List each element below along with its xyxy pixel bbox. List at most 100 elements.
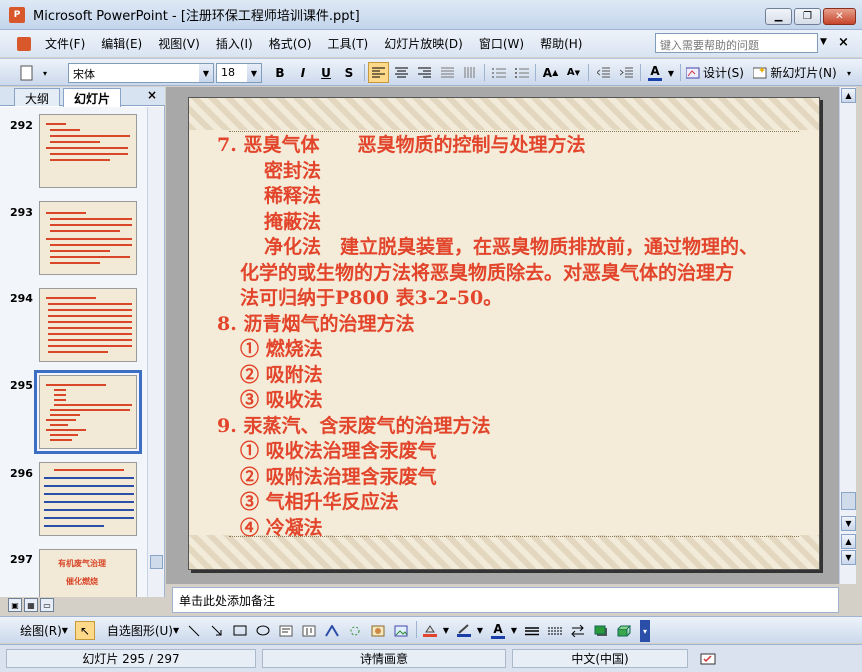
toolbar-separator	[535, 64, 536, 81]
slide-scrollbar-thumb[interactable]	[841, 492, 856, 510]
spelling-check-icon[interactable]	[694, 649, 722, 668]
font-color-button[interactable]: A	[645, 62, 665, 83]
font-size-dropdown-icon[interactable]: ▼	[247, 64, 261, 82]
decrease-indent-button[interactable]	[593, 62, 614, 83]
grow-font-button[interactable]: A ▲	[540, 62, 561, 83]
textbox-tool-icon[interactable]	[276, 621, 296, 640]
dash-style-icon[interactable]	[545, 621, 565, 640]
slide-thumbnail-294[interactable]	[39, 288, 137, 362]
fill-color-button[interactable]	[420, 621, 440, 640]
underline-button[interactable]: U	[316, 62, 336, 83]
drawbar-overflow-icon[interactable]: ▾	[640, 620, 650, 642]
draw-menu-button[interactable]: 绘图(R) ▼	[16, 621, 72, 640]
scroll-up-icon[interactable]: ▲	[841, 88, 856, 103]
fill-color-dropdown-icon[interactable]: ▼	[441, 621, 451, 640]
new-document-icon[interactable]	[16, 63, 38, 83]
vertical-textbox-icon[interactable]	[299, 621, 319, 640]
align-left-icon	[372, 67, 385, 78]
menu-tools[interactable]: 工具(T)	[320, 35, 377, 52]
powerpoint-app-icon[interactable]: P	[9, 6, 25, 23]
close-button[interactable]: ✕	[823, 8, 856, 25]
thumbnail-scrollbar-thumb[interactable]	[150, 555, 163, 569]
distributed-button[interactable]	[460, 62, 481, 83]
panel-close-button[interactable]: ×	[147, 88, 157, 102]
slide-scrollbar[interactable]: ▲ ▼ ▲ ▼	[839, 87, 856, 584]
menu-edit[interactable]: 编辑(E)	[93, 35, 150, 52]
notes-pane[interactable]: 单击此处添加备注	[172, 587, 839, 613]
minimize-button[interactable]: ▁	[765, 8, 792, 25]
align-right-button[interactable]	[414, 62, 435, 83]
next-slide-icon[interactable]: ▼	[841, 550, 856, 565]
draw-font-color-dropdown-icon[interactable]: ▼	[509, 621, 519, 640]
arrow-style-icon[interactable]	[568, 621, 588, 640]
notes-placeholder: 单击此处添加备注	[179, 594, 276, 608]
font-size-select[interactable]: 18 ▼	[216, 63, 262, 83]
draw-font-color-button[interactable]: A	[488, 621, 508, 640]
select-objects-icon[interactable]: ↖	[75, 621, 95, 640]
shadow-style-icon[interactable]	[591, 621, 611, 640]
window-title: Microsoft PowerPoint - [注册环保工程师培训课件.ppt]	[33, 9, 360, 24]
new-slide-button[interactable]: 新幻灯片(N)	[750, 62, 840, 83]
normal-view-icon[interactable]: ▣	[8, 598, 22, 612]
align-left-button[interactable]	[368, 62, 389, 83]
slide-thumbnail-293[interactable]	[39, 201, 137, 275]
help-search-input[interactable]: 键入需要帮助的问题	[655, 33, 818, 53]
slide-thumbnail-295[interactable]	[34, 370, 142, 454]
menu-insert[interactable]: 插入(I)	[208, 35, 261, 52]
thumbnail-scrollbar[interactable]	[147, 107, 164, 597]
line-style-icon[interactable]	[522, 621, 542, 640]
oval-tool-icon[interactable]	[253, 621, 273, 640]
font-name-dropdown-icon[interactable]: ▼	[199, 64, 213, 82]
rectangle-tool-icon[interactable]	[230, 621, 250, 640]
scroll-down-icon[interactable]: ▼	[841, 516, 856, 531]
help-dropdown-icon[interactable]: ▼	[820, 37, 827, 47]
current-slide[interactable]: 7. 恶臭气体 恶臭物质的控制与处理方法 密封法 稀释法 掩蔽法 净化法 建立脱…	[188, 97, 820, 570]
diagram-icon[interactable]	[345, 621, 365, 640]
menu-help[interactable]: 帮助(H)	[532, 35, 590, 52]
line-color-dropdown-icon[interactable]: ▼	[475, 621, 485, 640]
italic-button[interactable]: I	[293, 62, 313, 83]
font-color-dropdown-icon[interactable]: ▼	[666, 63, 676, 83]
draw-menu-label: 绘图(R)	[20, 624, 62, 638]
menu-slideshow[interactable]: 幻灯片放映(D)	[376, 35, 471, 52]
slide-body-text[interactable]: 7. 恶臭气体 恶臭物质的控制与处理方法 密封法 稀释法 掩蔽法 净化法 建立脱…	[217, 133, 807, 541]
document-close-button[interactable]: ×	[838, 35, 849, 50]
align-center-button[interactable]	[391, 62, 412, 83]
line-color-button[interactable]	[454, 621, 474, 640]
slide-line: ① 燃烧法	[240, 338, 323, 360]
previous-slide-icon[interactable]: ▲	[841, 534, 856, 549]
tab-outline[interactable]: 大纲	[14, 88, 61, 106]
menu-window[interactable]: 窗口(W)	[471, 35, 532, 52]
document-icon[interactable]	[17, 36, 31, 51]
menu-view[interactable]: 视图(V)	[150, 35, 208, 52]
menu-format[interactable]: 格式(O)	[261, 35, 320, 52]
line-tool-icon[interactable]	[184, 621, 204, 640]
restore-button[interactable]: ❐	[794, 8, 821, 25]
shadow-button[interactable]: S	[339, 62, 359, 83]
menu-file[interactable]: 文件(F)	[37, 35, 93, 52]
increase-indent-button[interactable]	[616, 62, 637, 83]
insert-picture-icon[interactable]	[391, 621, 411, 640]
slide-thumbnail-296[interactable]	[39, 462, 137, 536]
tab-slides[interactable]: 幻灯片	[63, 88, 122, 107]
arrow-tool-icon[interactable]	[207, 621, 227, 640]
toolbar-overflow-icon[interactable]: ▾	[844, 63, 854, 83]
toolbar-options-icon[interactable]: ▾	[40, 63, 50, 83]
justify-button[interactable]	[437, 62, 458, 83]
design-button[interactable]: 设计(S)	[685, 62, 745, 83]
shrink-font-button[interactable]: A ▼	[563, 62, 584, 83]
slide-thumbnail-297[interactable]: 有机废气治理 催化燃烧	[39, 549, 137, 597]
wordart-icon[interactable]	[322, 621, 342, 640]
numbering-button[interactable]	[488, 62, 509, 83]
autoshapes-button[interactable]: 自选图形(U) ▼	[104, 621, 182, 640]
font-name-select[interactable]: 宋体 ▼	[68, 63, 214, 83]
slideshow-view-icon[interactable]: ▭	[40, 598, 54, 612]
shrink-font-label: A	[566, 67, 575, 78]
toolbar-separator	[364, 64, 365, 81]
3d-style-icon[interactable]	[614, 621, 634, 640]
slide-thumbnail-292[interactable]	[39, 114, 137, 188]
slide-sorter-view-icon[interactable]: ▦	[24, 598, 38, 612]
bullets-button[interactable]	[511, 62, 532, 83]
clip-art-icon[interactable]	[368, 621, 388, 640]
bold-button[interactable]: B	[270, 62, 290, 83]
